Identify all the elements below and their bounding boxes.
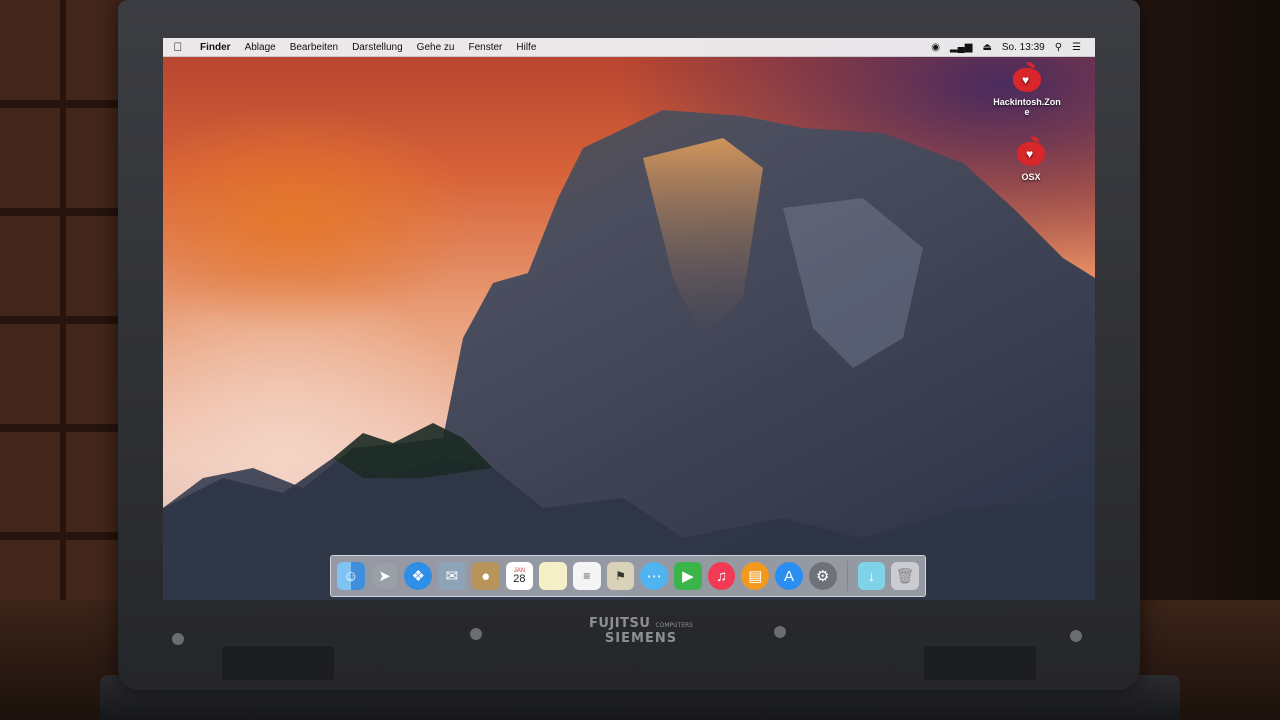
mail-icon[interactable]: ✉: [438, 562, 466, 590]
app-store-icon[interactable]: A: [775, 562, 803, 590]
messages-icon[interactable]: ⋯: [640, 562, 669, 590]
bezel-screw: [470, 628, 482, 640]
eject-icon[interactable]: ⏏: [982, 42, 991, 53]
desktop-icon-hackintosh[interactable]: ♥ Hackintosh.Zon e: [987, 62, 1067, 118]
safari-icon[interactable]: ❖: [404, 562, 433, 590]
launchpad-icon[interactable]: ➤: [370, 562, 399, 590]
reminders-icon[interactable]: ≡: [572, 562, 601, 590]
bezel-screw: [172, 633, 184, 645]
hackintosh-apple-icon: ♥: [1010, 62, 1044, 94]
notification-center-icon[interactable]: ☰: [1072, 42, 1081, 53]
notes-icon[interactable]: [539, 562, 567, 590]
menu-bar:  Finder Ablage Bearbeiten Darstellung G…: [163, 38, 1095, 57]
calendar-day: 28: [513, 572, 526, 585]
spotlight-search-icon[interactable]: ⚲: [1055, 42, 1062, 53]
menubar-clock[interactable]: So. 13:39: [1002, 42, 1045, 53]
laptop-brand-logo: FUJITSU COMPUTERS SIEMENS: [589, 616, 693, 646]
system-preferences-icon[interactable]: ⚙: [808, 562, 837, 590]
contacts-icon[interactable]: ●: [471, 562, 500, 590]
bezel-screw: [1070, 630, 1082, 642]
menu-gehe-zu[interactable]: Gehe zu: [410, 42, 462, 53]
itunes-icon[interactable]: ♫: [707, 562, 736, 590]
calendar-icon[interactable]: JAN 28: [505, 562, 534, 590]
dock: ☺ ➤ ❖ ✉ ● JAN 28 ≡ ⚑ ⋯ ▶ ♫ ▤ A ⚙ ↓ 🗑: [330, 555, 926, 597]
finder-icon[interactable]: ☺: [337, 562, 365, 590]
desktop-icon-label: Hackintosh.Zon e: [993, 97, 1061, 117]
maps-icon[interactable]: ⚑: [606, 562, 635, 590]
signal-icon[interactable]: ▂▄▆: [950, 42, 972, 53]
left-hinge: [222, 646, 334, 680]
dock-separator: [846, 561, 848, 591]
menu-ablage[interactable]: Ablage: [238, 42, 283, 53]
menu-darstellung[interactable]: Darstellung: [345, 42, 410, 53]
facetime-icon[interactable]: ▶: [674, 562, 702, 590]
status-area: ◉ ▂▄▆ ⏏ So. 13:39 ⚲ ☰: [931, 42, 1095, 53]
trash-icon[interactable]: 🗑: [891, 562, 919, 590]
desktop-icon-label: OSX: [1021, 172, 1041, 182]
menu-hilfe[interactable]: Hilfe: [509, 42, 543, 53]
menu-fenster[interactable]: Fenster: [461, 42, 509, 53]
downloads-icon[interactable]: ↓: [857, 562, 886, 590]
laptop-screen:  Finder Ablage Bearbeiten Darstellung G…: [163, 38, 1095, 600]
apple-icon[interactable]: : [163, 40, 193, 54]
desktop-icon-osx[interactable]: ♥ OSX: [991, 136, 1071, 182]
osx-apple-icon: ♥: [1014, 136, 1048, 168]
mountain-illustration: [163, 110, 1095, 600]
menu-bearbeiten[interactable]: Bearbeiten: [283, 42, 345, 53]
record-icon[interactable]: ◉: [931, 42, 940, 53]
bezel-screw: [774, 626, 786, 638]
menu-finder[interactable]: Finder: [193, 42, 238, 53]
ibooks-icon[interactable]: ▤: [741, 562, 770, 590]
right-hinge: [924, 646, 1036, 680]
